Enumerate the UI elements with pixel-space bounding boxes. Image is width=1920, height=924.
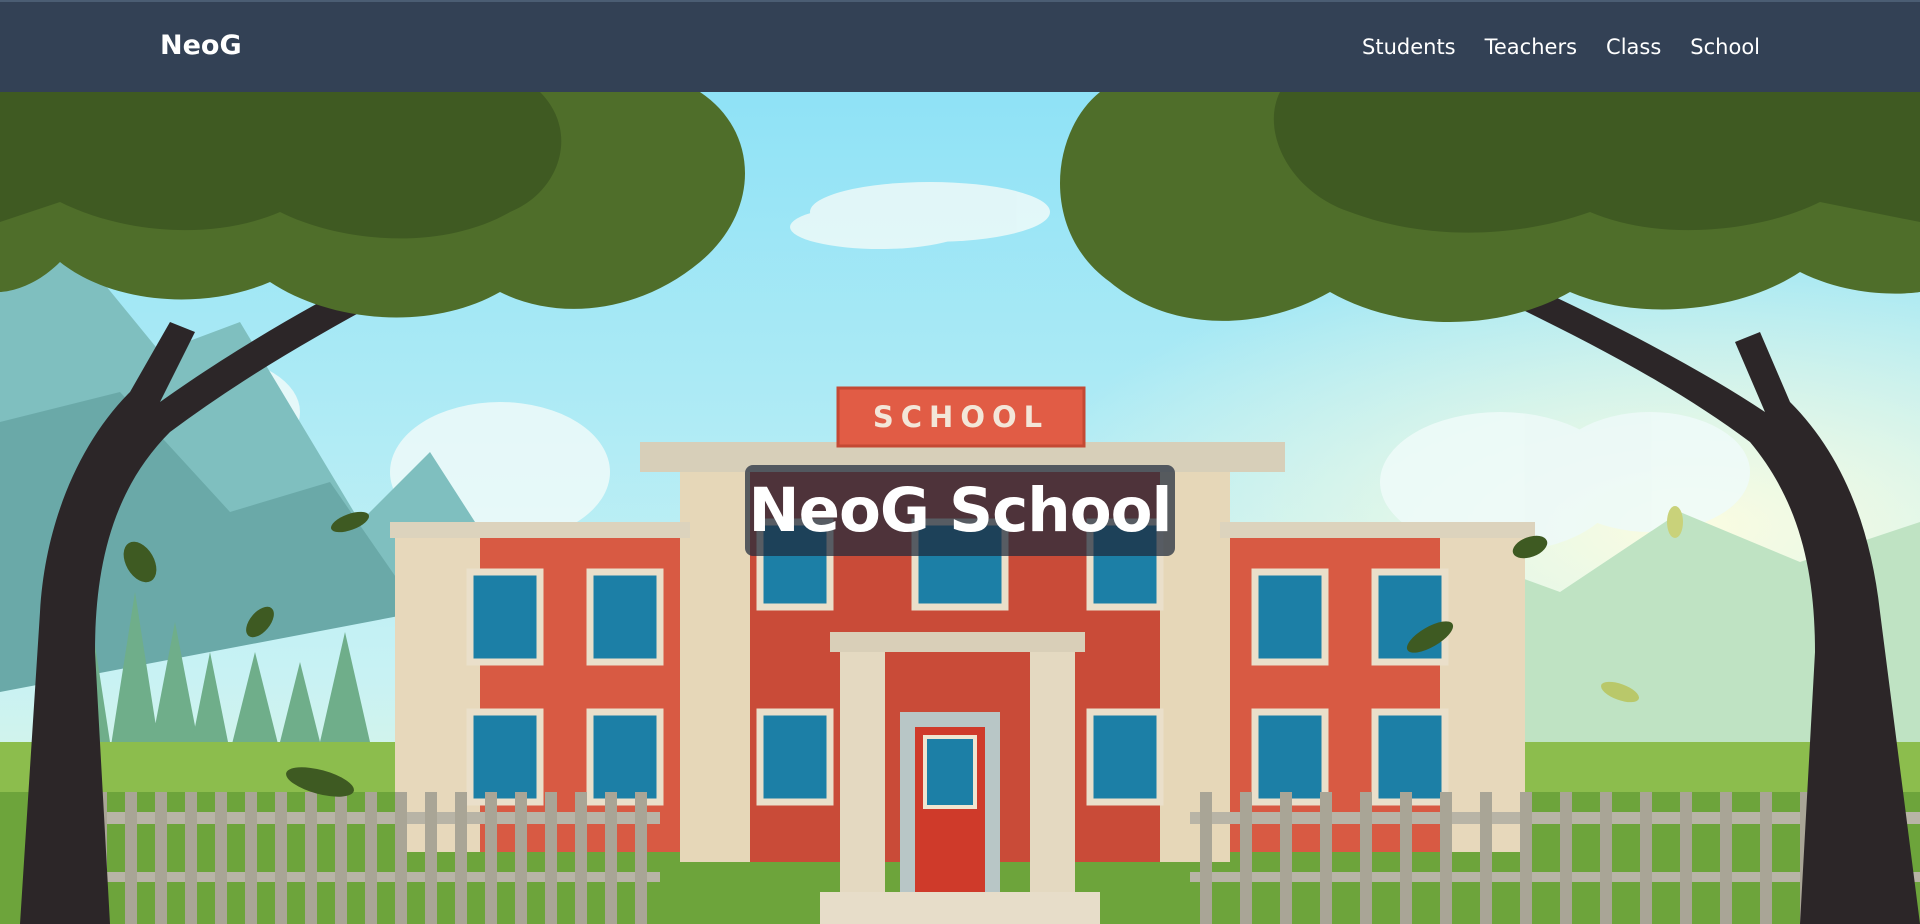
nav-link-students[interactable]: Students	[1362, 35, 1456, 59]
hero-banner: SCHOOL NeoG School	[0, 92, 1920, 924]
nav-link-class[interactable]: Class	[1606, 35, 1661, 59]
school-sign-text: SCHOOL	[873, 400, 1049, 434]
hero-title: NeoG School	[745, 465, 1175, 556]
nav-links: Students Teachers Class School	[1362, 35, 1760, 59]
nav-link-teachers[interactable]: Teachers	[1485, 35, 1577, 59]
navbar: NeoG Students Teachers Class School	[0, 0, 1920, 92]
nav-link-school[interactable]: School	[1690, 35, 1760, 59]
brand-logo[interactable]: NeoG	[160, 30, 242, 61]
